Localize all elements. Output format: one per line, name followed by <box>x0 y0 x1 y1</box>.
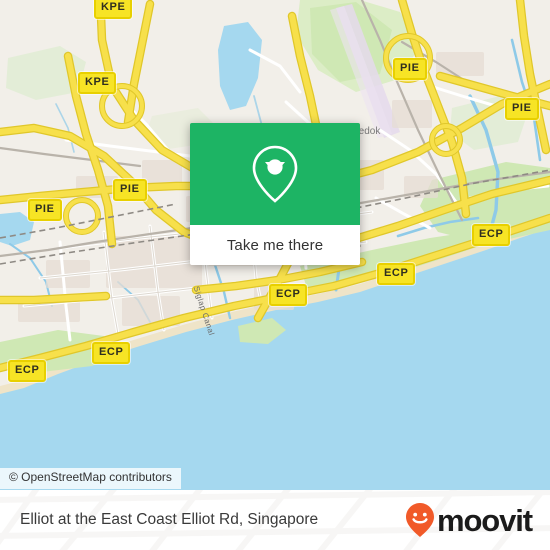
highway-shield-pie[interactable]: PIE <box>393 58 427 80</box>
moovit-smiley-pin-icon <box>405 503 434 537</box>
highway-shield-pie[interactable]: PIE <box>28 199 62 221</box>
location-pin-icon <box>252 145 298 203</box>
footer-bar: Elliot at the East Coast Elliot Rd, Sing… <box>0 490 550 550</box>
highway-shield-ecp[interactable]: ECP <box>472 224 511 246</box>
highway-shield-ecp[interactable]: ECP <box>269 284 308 306</box>
highway-shield-pie[interactable]: PIE <box>505 98 539 120</box>
highway-shield-kpe[interactable]: KPE <box>94 0 133 19</box>
popup-action-bar[interactable]: Take me there <box>190 225 360 265</box>
take-me-there-button[interactable]: Take me there <box>227 237 323 254</box>
highway-shield-ecp[interactable]: ECP <box>377 263 416 285</box>
map-screenshot: Bedok Siglap Canal KPE KPE PIE PIE PIE P… <box>0 0 550 550</box>
highway-shield-kpe[interactable]: KPE <box>78 72 117 94</box>
map-popup-card[interactable]: Take me there <box>190 123 360 265</box>
moovit-wordmark: moovit <box>436 502 533 538</box>
moovit-brand-logo[interactable]: moovit <box>405 490 533 550</box>
highway-shield-pie[interactable]: PIE <box>113 179 147 201</box>
location-title: Elliot at the East Coast Elliot Rd, Sing… <box>20 511 319 528</box>
highway-shield-ecp[interactable]: ECP <box>92 342 131 364</box>
osm-attribution[interactable]: © OpenStreetMap contributors <box>0 468 181 489</box>
popup-header <box>190 123 360 225</box>
map-canvas[interactable]: Bedok Siglap Canal KPE KPE PIE PIE PIE P… <box>0 0 550 490</box>
popup-tail-pointer <box>265 162 285 174</box>
highway-shield-ecp[interactable]: ECP <box>8 360 47 382</box>
